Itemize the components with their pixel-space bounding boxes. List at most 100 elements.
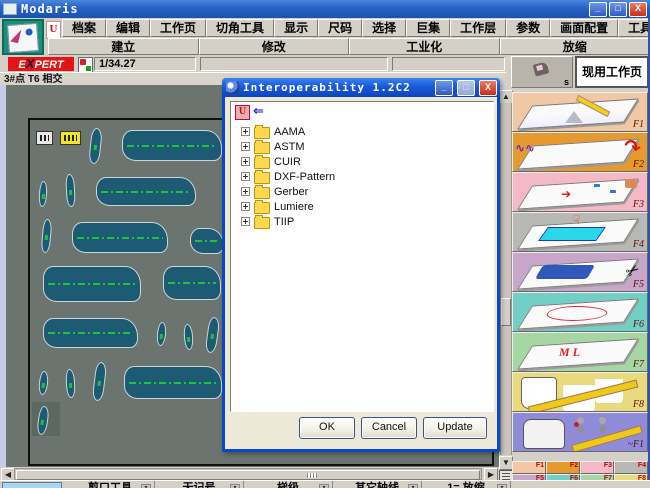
mini-fkey-label: F2 bbox=[570, 462, 578, 469]
menu-item-5[interactable]: 尺码 bbox=[318, 19, 362, 37]
fkey-label: F4 bbox=[633, 239, 644, 250]
mini-fkey-F4[interactable]: F4 bbox=[614, 461, 648, 474]
tree-expander-icon[interactable] bbox=[241, 202, 250, 211]
fkey-tile-F3[interactable]: ➔F3 bbox=[512, 172, 648, 212]
dropdown-arrow-icon[interactable]: ▾ bbox=[319, 484, 329, 488]
tile-accent: ➔ bbox=[561, 187, 571, 201]
tree-expander-icon[interactable] bbox=[241, 187, 250, 196]
tree-expander-icon[interactable] bbox=[241, 217, 250, 226]
vscroll-up-arrow[interactable]: ▲ bbox=[499, 90, 513, 104]
pattern-piece[interactable] bbox=[72, 222, 168, 253]
tree-label: Gerber bbox=[274, 186, 308, 198]
menu-item-3[interactable]: 切角工具 bbox=[206, 19, 274, 37]
pattern-piece[interactable] bbox=[96, 177, 196, 206]
pattern-piece[interactable] bbox=[190, 228, 224, 254]
tile-accent bbox=[535, 265, 595, 279]
people-icon bbox=[577, 417, 584, 424]
tree-row[interactable]: Lumiere bbox=[231, 199, 493, 214]
menu-item-6[interactable]: 选择 bbox=[362, 19, 406, 37]
hscroll-thumb[interactable] bbox=[16, 470, 480, 480]
bottom-color-chip[interactable] bbox=[2, 482, 62, 488]
tree-row[interactable]: Gerber bbox=[231, 184, 493, 199]
vscroll-down-arrow[interactable]: ▼ bbox=[499, 456, 513, 470]
bottom-selector-0[interactable]: 剪口工具▾ bbox=[66, 481, 155, 488]
pattern-piece[interactable] bbox=[43, 266, 141, 302]
pattern-piece[interactable] bbox=[122, 130, 222, 161]
dialog-title-bar[interactable]: Interoperability 1.2C2 _ □ X bbox=[222, 78, 500, 97]
vscroll-thumb[interactable] bbox=[501, 298, 511, 326]
dialog-maximize-button: □ bbox=[457, 80, 475, 96]
menu-item-1[interactable]: 编辑 bbox=[106, 19, 150, 37]
lectra-u-icon-small[interactable]: U bbox=[235, 105, 250, 120]
dialog-minimize-button[interactable]: _ bbox=[435, 80, 453, 96]
scale-field[interactable]: 1/34.27 bbox=[94, 57, 196, 71]
menu-item-4[interactable]: 显示 bbox=[274, 19, 318, 37]
fkey-tile-F2[interactable]: ↷∿∿F2 bbox=[512, 132, 648, 172]
horizontal-scrollbar[interactable]: ◀ ▶ bbox=[0, 467, 497, 481]
fkey-tile-F1[interactable]: F1 bbox=[512, 92, 648, 132]
canvas-tool-icon-yellow[interactable] bbox=[60, 131, 81, 145]
menu-item-10[interactable]: 画面配置 bbox=[550, 19, 618, 37]
tree-expander-icon[interactable] bbox=[241, 172, 250, 181]
tree-row[interactable]: DXF-Pattern bbox=[231, 169, 493, 184]
tree-row[interactable]: CUIR bbox=[231, 154, 493, 169]
menu-item-0[interactable]: 档案 bbox=[62, 19, 106, 37]
sidebar-tool-button[interactable]: s bbox=[511, 56, 573, 88]
tile-accent bbox=[538, 227, 606, 241]
menu-item-11[interactable]: 工具 bbox=[618, 19, 650, 37]
menu-item-7[interactable]: 巨集 bbox=[406, 19, 450, 37]
mini-fkey-label: F1 bbox=[536, 462, 544, 469]
dialog-close-button[interactable]: X bbox=[479, 80, 497, 96]
group-tab-0[interactable]: 建立 bbox=[48, 38, 199, 55]
mini-fkey-F2[interactable]: F2 bbox=[546, 461, 580, 474]
bottom-selector-3[interactable]: 其它轴线▾ bbox=[333, 481, 422, 488]
bottom-selector-2[interactable]: 梯级▾ bbox=[244, 481, 333, 488]
maximize-button[interactable]: □ bbox=[609, 2, 627, 17]
cancel-button[interactable]: Cancel bbox=[361, 417, 417, 439]
canvas-tool-icon-white[interactable] bbox=[36, 131, 53, 145]
bottom-selector-1[interactable]: 无记号▾ bbox=[155, 481, 244, 488]
dropdown-arrow-icon[interactable]: ▾ bbox=[141, 484, 151, 488]
fkey-tile-F7[interactable]: MLF7 bbox=[512, 332, 648, 372]
tree-row[interactable]: AAMA bbox=[231, 124, 493, 139]
title-bar[interactable]: Modaris _ □ X bbox=[0, 0, 650, 18]
tree-expander-icon[interactable] bbox=[241, 127, 250, 136]
tree-row[interactable]: ASTM bbox=[231, 139, 493, 154]
tree-expander-icon[interactable] bbox=[241, 142, 250, 151]
update-button[interactable]: Update bbox=[423, 417, 487, 439]
menu-item-8[interactable]: 工作层 bbox=[450, 19, 506, 37]
group-tab-2[interactable]: 工业化 bbox=[349, 38, 500, 55]
current-page-button[interactable]: 现用工作页 bbox=[575, 56, 649, 88]
fkey-tile-F6[interactable]: F6 bbox=[512, 292, 648, 332]
logo-page-icon bbox=[7, 23, 39, 53]
fkey-tile-mod-F1[interactable]: ~F1 bbox=[512, 412, 648, 452]
dropdown-arrow-icon[interactable]: ▾ bbox=[497, 484, 507, 488]
dropdown-arrow-icon[interactable]: ▾ bbox=[230, 484, 240, 488]
menu-item-2[interactable]: 工作页 bbox=[150, 19, 206, 37]
minimize-button[interactable]: _ bbox=[589, 2, 607, 17]
fkey-tile-F4[interactable]: ☟ F4 bbox=[512, 212, 648, 252]
tree-expander-icon[interactable] bbox=[241, 157, 250, 166]
dropdown-arrow-icon[interactable]: ▾ bbox=[408, 484, 418, 488]
fkey-tile-F8[interactable]: F8 bbox=[512, 372, 648, 412]
tile-accent: ☟ bbox=[573, 213, 580, 227]
lectra-u-icon: U bbox=[46, 21, 61, 39]
format-tree[interactable]: U ⇐ AAMAASTMCUIRDXF-Pattern GerberLumiere… bbox=[230, 101, 494, 412]
page-flag-icon[interactable] bbox=[78, 57, 93, 73]
bottom-selector-4[interactable]: 1= 放缩▾ bbox=[422, 481, 511, 488]
ok-button[interactable]: OK bbox=[299, 417, 355, 439]
vertical-scrollbar[interactable] bbox=[500, 103, 512, 455]
modaris-logo[interactable] bbox=[2, 19, 44, 55]
mini-fkey-F3[interactable]: F3 bbox=[580, 461, 614, 474]
back-arrow-icon[interactable]: ⇐ bbox=[253, 105, 264, 119]
pattern-piece[interactable] bbox=[163, 266, 221, 300]
close-button[interactable]: X bbox=[629, 2, 647, 17]
pattern-piece[interactable] bbox=[124, 366, 222, 399]
fkey-tile-F5[interactable]: ✂F5 bbox=[512, 252, 648, 292]
mini-fkey-F1[interactable]: F1 bbox=[512, 461, 546, 474]
group-tab-1[interactable]: 修改 bbox=[199, 38, 350, 55]
tree-row[interactable]: TIIP bbox=[231, 214, 493, 229]
group-tab-3[interactable]: 放缩 bbox=[500, 38, 650, 55]
menu-item-9[interactable]: 参数 bbox=[506, 19, 550, 37]
pattern-piece[interactable] bbox=[43, 318, 138, 348]
